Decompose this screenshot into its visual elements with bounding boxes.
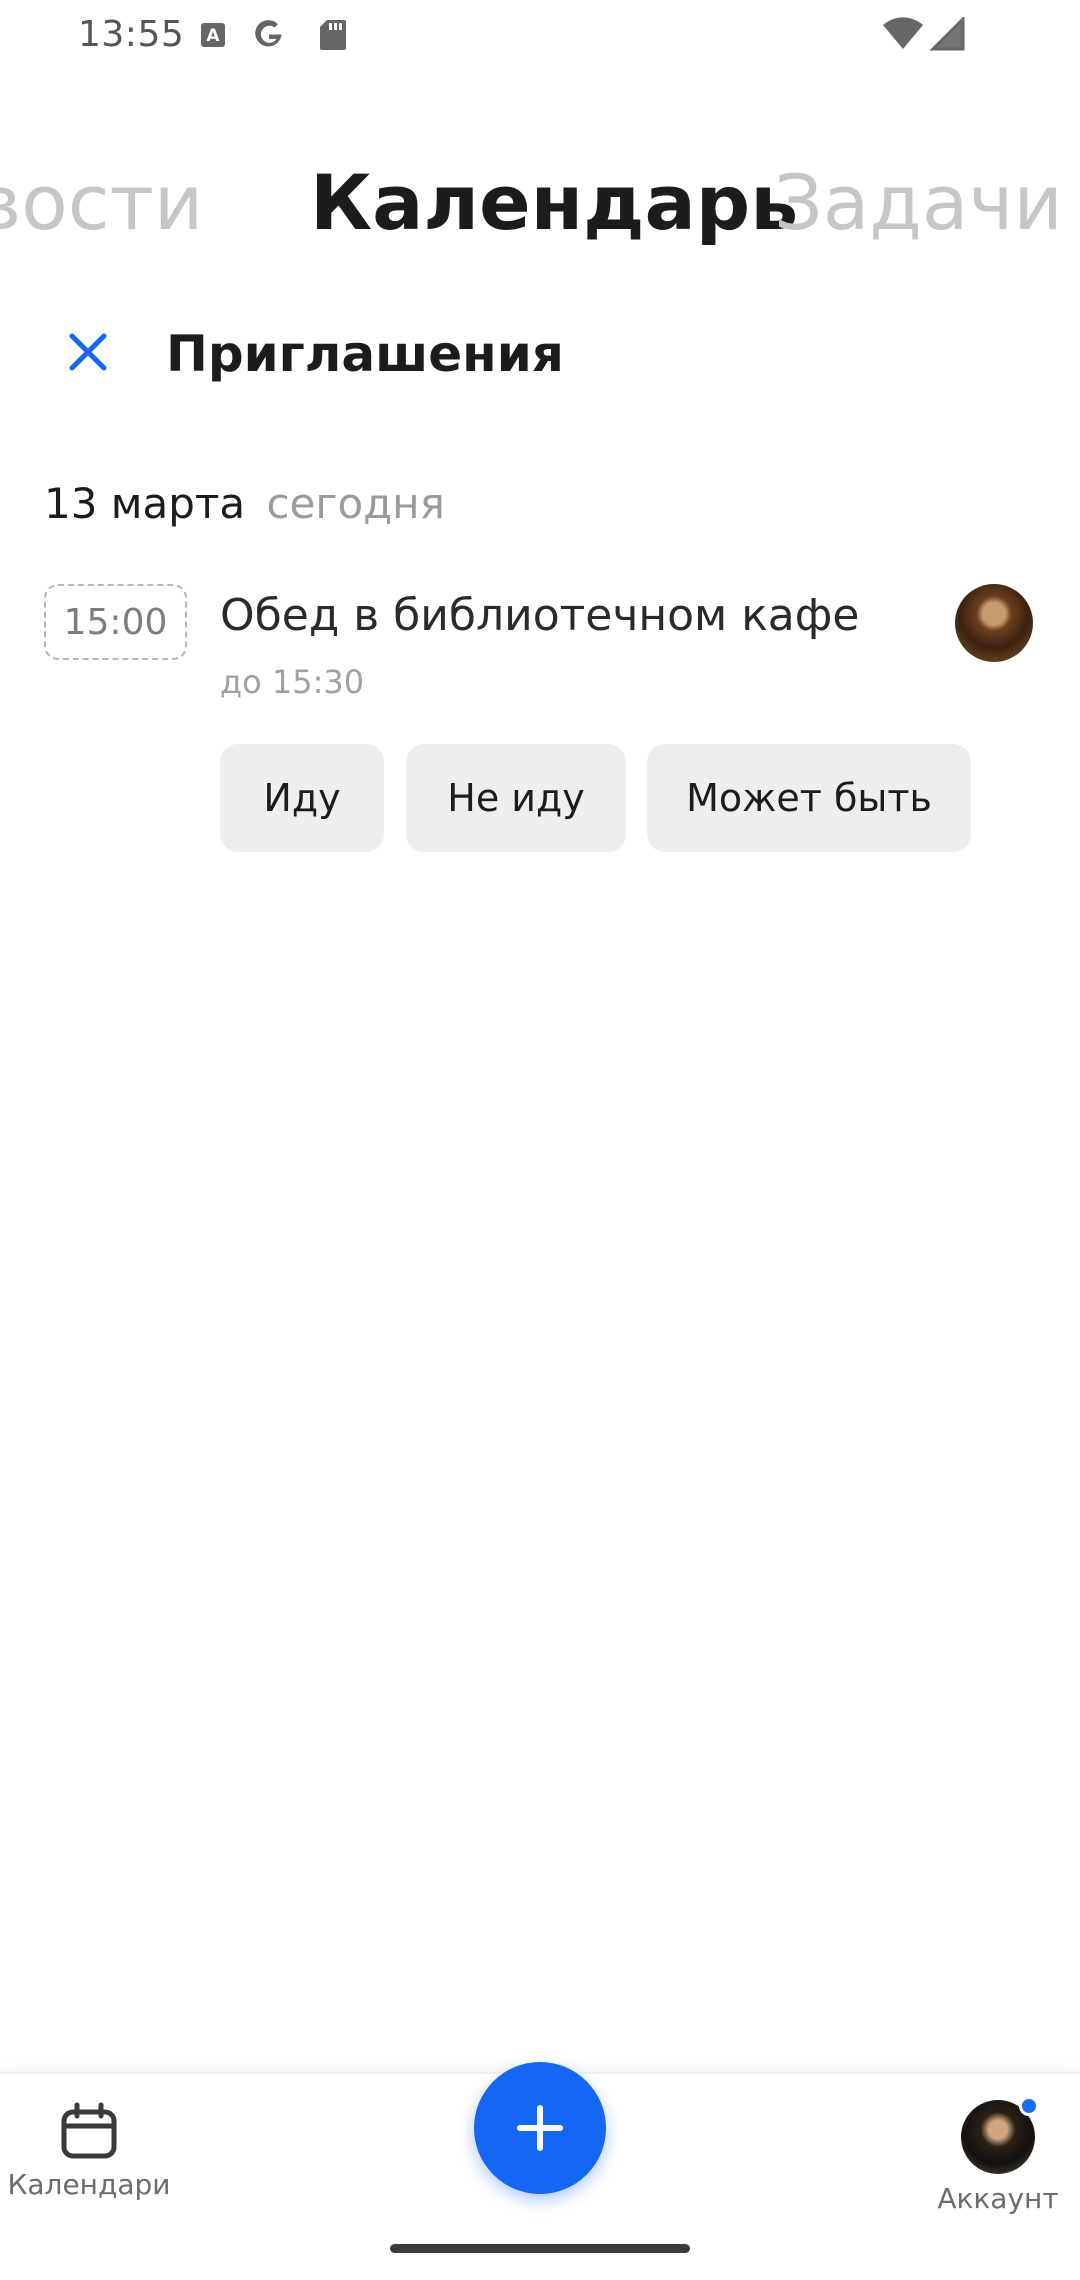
nav-calendars[interactable]: Календари	[6, 2102, 172, 2201]
event-time-badge: 15:00	[44, 584, 187, 660]
tab-news[interactable]: овости	[0, 158, 203, 248]
home-indicator[interactable]	[390, 2244, 690, 2253]
close-button[interactable]	[58, 322, 118, 382]
date-day: 13 марта	[44, 479, 246, 528]
status-bar: 13:55 A	[0, 0, 1080, 70]
google-icon	[252, 18, 286, 52]
date-relative: сегодня	[266, 479, 445, 528]
nav-account-label: Аккаунт	[937, 2182, 1059, 2215]
page-title: Приглашения	[166, 325, 564, 383]
nav-calendars-label: Календари	[7, 2168, 171, 2201]
svg-text:A: A	[206, 26, 220, 46]
plus-icon	[517, 2105, 563, 2151]
account-avatar-wrap	[961, 2096, 1039, 2174]
rsvp-yes-button[interactable]: Иду	[220, 744, 384, 852]
calendar-icon	[61, 2102, 117, 2159]
nav-account[interactable]: Аккаунт	[926, 2096, 1070, 2215]
signal-icon	[928, 16, 966, 52]
date-header: 13 марта сегодня	[44, 476, 445, 532]
notification-dot	[1019, 2096, 1039, 2116]
close-icon	[69, 333, 107, 371]
rsvp-maybe-button[interactable]: Может быть	[647, 744, 971, 852]
tab-tasks[interactable]: Задачи	[774, 158, 1063, 248]
a-box-icon: A	[196, 18, 230, 52]
sd-card-icon	[316, 18, 350, 52]
wifi-icon	[882, 16, 924, 52]
section-tabs: овости Календарь Задачи	[0, 150, 1080, 260]
event-title[interactable]: Обед в библиотечном кафе	[220, 586, 859, 646]
event-end-time: до 15:30	[220, 663, 365, 701]
status-time: 13:55	[78, 14, 185, 55]
rsvp-no-button[interactable]: Не иду	[406, 744, 626, 852]
tab-calendar[interactable]: Календарь	[310, 158, 798, 248]
organizer-avatar[interactable]	[955, 584, 1033, 662]
add-event-button[interactable]	[474, 2062, 606, 2194]
